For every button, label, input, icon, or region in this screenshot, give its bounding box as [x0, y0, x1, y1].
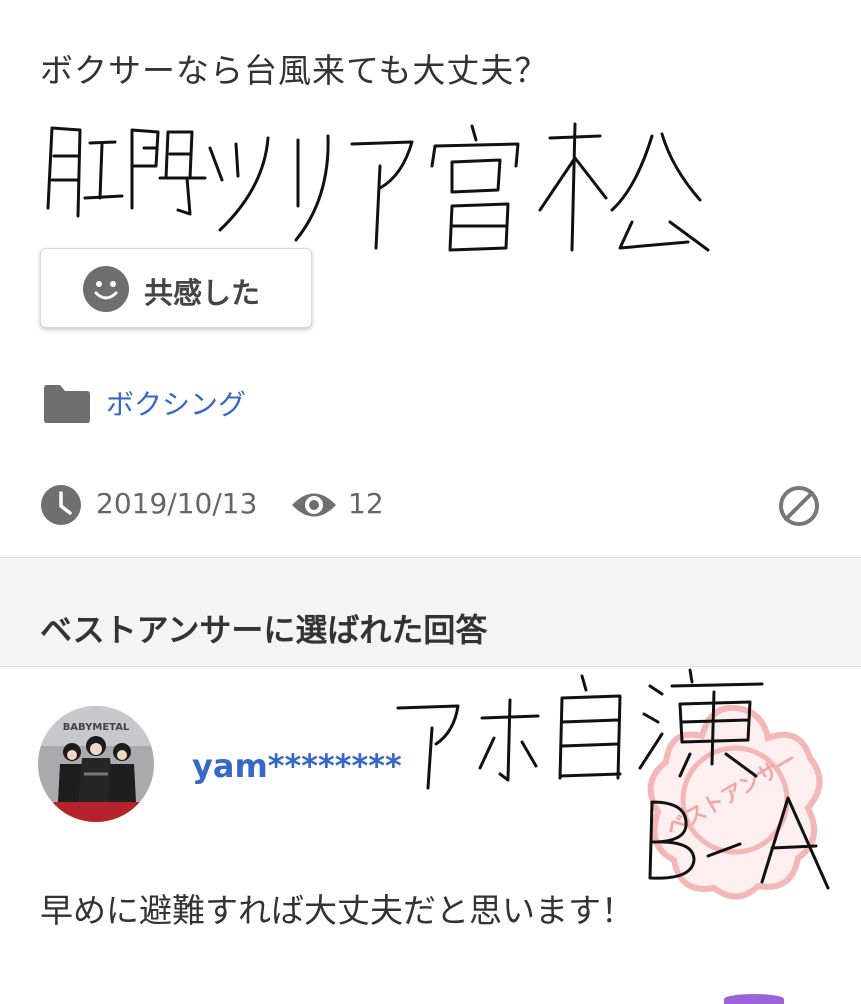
answer-text: 早めに避難すれば大丈夫だと思います！	[40, 891, 634, 930]
avatar[interactable]: BABYMETAL	[38, 706, 154, 822]
bottom-edge-element	[724, 994, 784, 1004]
block-icon[interactable]	[778, 485, 820, 527]
post-date: 2019/10/13	[96, 487, 258, 520]
smiley-icon	[83, 266, 129, 312]
avatar-image: BABYMETAL	[38, 706, 154, 822]
empathy-label: 共感した	[144, 276, 261, 310]
view-count: 12	[348, 487, 384, 520]
eye-icon	[292, 493, 336, 517]
clock-icon	[41, 485, 81, 525]
category-link[interactable]: ボクシング	[106, 383, 246, 423]
question-text: ボクサーなら台風来ても大丈夫？	[40, 51, 549, 90]
empathy-button[interactable]: 共感した	[40, 248, 312, 328]
answerer-username[interactable]: yam********	[192, 747, 402, 785]
handwritten-note	[46, 122, 710, 252]
handwritten-overlay	[396, 668, 830, 890]
avatar-label: BABYMETAL	[63, 722, 130, 733]
folder-icon	[44, 385, 90, 423]
